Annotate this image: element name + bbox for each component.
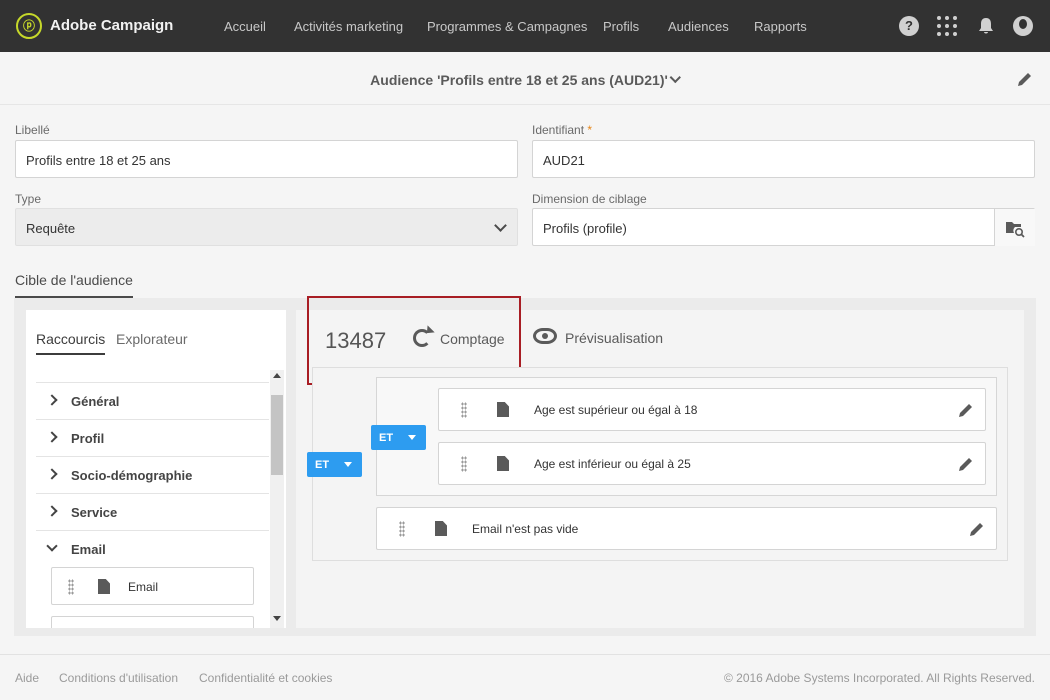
chevron-right-icon [46,468,58,480]
tree-item-label: Email [71,542,106,557]
document-icon [98,579,110,594]
chevron-right-icon [46,431,58,443]
drag-handle-icon[interactable] [461,402,467,418]
type-label: Type [15,192,42,206]
operator-label: ET [315,459,330,471]
preview-button[interactable]: Prévisualisation [565,330,663,346]
libelle-field[interactable]: Profils entre 18 et 25 ans [15,140,518,178]
chevron-down-icon [46,540,58,552]
scroll-down-arrow-icon[interactable] [273,616,281,621]
page-title-text[interactable]: Audience 'Profils entre 18 et 25 ans (AU… [370,72,668,88]
dimension-picker-button[interactable] [994,209,1035,246]
dimension-label: Dimension de ciblage [532,192,647,206]
scroll-up-arrow-icon[interactable] [273,373,281,378]
drag-handle-icon[interactable] [461,456,467,472]
identifiant-field[interactable]: AUD21 [532,140,1035,178]
nav-item-programmes-campagnes[interactable]: Programmes & Campagnes [427,19,587,34]
document-icon [497,456,509,471]
page-title[interactable]: Audience 'Profils entre 18 et 25 ans (AU… [0,71,1050,88]
caret-down-icon [344,462,352,467]
tree-item-email[interactable]: Email [36,530,269,567]
document-icon [497,402,509,417]
required-marker: * [587,123,593,137]
condition-label: Email n'est pas vide [472,522,579,536]
avatar[interactable] [1013,16,1033,36]
identifiant-label: Identifiant * [532,123,592,137]
tree-item-service[interactable]: Service [36,493,269,530]
nav-item-audiences[interactable]: Audiences [668,19,729,34]
caret-down-icon [408,435,416,440]
chevron-right-icon [46,505,58,517]
apps-grid-icon[interactable] [937,16,957,36]
tab-cible-audience[interactable]: Cible de l'audience [15,272,133,298]
copyright-text: © 2016 Adobe Systems Incorporated. All R… [723,671,1035,685]
type-select[interactable]: Requête [15,208,518,246]
palette-field-partial[interactable] [51,616,254,628]
eye-icon[interactable] [533,328,557,344]
tree-item-label: Socio-démographie [71,468,193,483]
type-select-value: Requête [26,221,76,236]
tree-item-general[interactable]: Général [36,382,269,419]
chevron-down-icon[interactable] [669,71,681,84]
document-icon [435,521,447,536]
condition-card[interactable]: Age est supérieur ou égal à 18 [438,388,986,431]
edit-pencil-icon[interactable] [957,401,975,419]
edit-pencil-icon[interactable] [968,520,986,538]
drag-handle-icon[interactable] [399,521,405,537]
tree-item-label: Service [71,505,118,520]
help-icon[interactable]: ? [899,16,919,36]
edit-pencil-icon[interactable] [1016,70,1034,88]
outer-operator-button[interactable]: ET [307,452,362,477]
palette-field-label: Email [128,580,159,594]
tree-item-label: Profil [71,431,105,446]
tree-item-label: Général [71,394,120,409]
tree-item-profil[interactable]: Profil [36,419,269,456]
condition-label: Age est inférieur ou égal à 25 [534,457,691,471]
palette-field-email[interactable]: Email [51,567,254,605]
identifiant-label-text: Identifiant [532,123,585,137]
nav-item-activites-marketing[interactable]: Activités marketing [294,19,403,34]
drag-handle-icon[interactable] [68,579,74,595]
folder-search-icon [1006,222,1025,238]
palette-pane: Raccourcis Explorateur Général Profil So… [26,310,286,628]
footer-link-confidentialite[interactable]: Confidentialité et cookies [199,671,332,685]
condition-card[interactable]: Age est inférieur ou égal à 25 [438,442,986,485]
condition-card[interactable]: Email n'est pas vide [376,507,997,550]
edit-pencil-icon[interactable] [957,455,975,473]
footer-link-aide[interactable]: Aide [15,671,39,685]
footer-link-conditions[interactable]: Conditions d'utilisation [59,671,178,685]
libelle-label: Libellé [15,123,50,137]
tree-item-socio-demographie[interactable]: Socio-démographie [36,456,269,493]
chevron-down-icon [494,219,507,232]
adobe-campaign-logo-icon[interactable]: ⓟ [16,13,42,39]
nav-item-accueil[interactable]: Accueil [224,19,266,34]
operator-label: ET [379,432,394,444]
tab-explorateur[interactable]: Explorateur [116,331,188,347]
nav-item-profils[interactable]: Profils [603,19,639,34]
nav-item-rapports[interactable]: Rapports [754,19,807,34]
footer-divider [0,654,1050,655]
page-header: Audience 'Profils entre 18 et 25 ans (AU… [0,52,1050,105]
dimension-field[interactable]: Profils (profile) [532,208,1035,246]
condition-label: Age est supérieur ou égal à 18 [534,403,698,417]
inner-operator-button[interactable]: ET [371,425,426,450]
chevron-right-icon [46,394,58,406]
brand-name[interactable]: Adobe Campaign [50,17,173,34]
top-navigation-bar: ⓟ Adobe Campaign Accueil Activités marke… [0,0,1050,52]
palette-scrollbar-thumb[interactable] [271,395,283,475]
tab-raccourcis[interactable]: Raccourcis [36,331,106,355]
bell-icon[interactable] [976,16,996,36]
